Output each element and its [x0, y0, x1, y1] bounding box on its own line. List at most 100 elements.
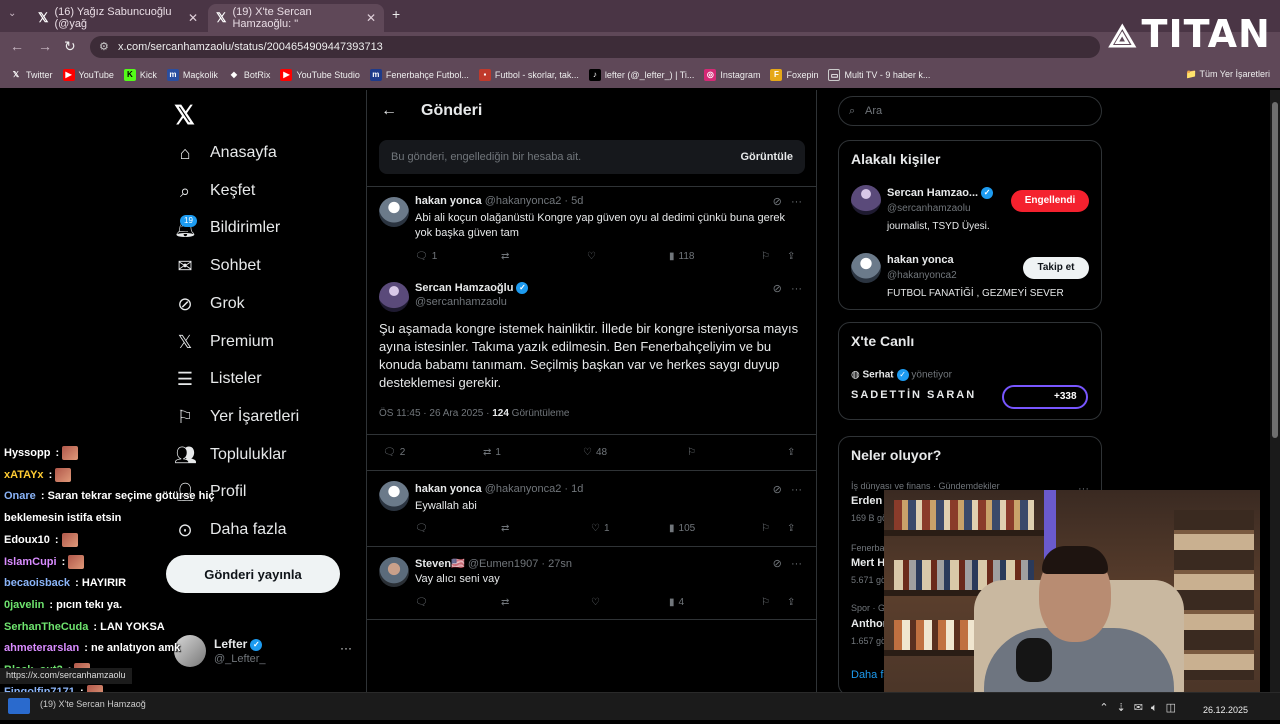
like-icon[interactable]: ♡: [591, 597, 600, 608]
chat-username[interactable]: SerhanTheCuda: [4, 621, 88, 633]
bookmark-icon[interactable]: ⚐: [761, 523, 770, 534]
post-button[interactable]: Gönderi yayınla: [166, 555, 340, 593]
chat-username[interactable]: Onare: [4, 490, 36, 502]
bookmark-item[interactable]: ♪ lefter (@_lefter_) | Ti...: [588, 69, 694, 81]
bookmark-item[interactable]: m Fenerbahçe Futbol...: [369, 69, 469, 81]
tab-sercan[interactable]: 𝕏 (19) X'te Sercan Hamzaoğlu: " ✕: [208, 4, 384, 32]
avatar[interactable]: [379, 197, 409, 227]
views-button[interactable]: ▮ 118: [669, 251, 694, 262]
bookmark-item[interactable]: ▭ Multi TV - 9 haber k...: [828, 69, 930, 81]
blocked-button[interactable]: Engellendi: [1011, 190, 1089, 212]
scrollbar-thumb[interactable]: [1272, 102, 1278, 438]
chat-username[interactable]: xATAYx: [4, 469, 44, 481]
reload-icon[interactable]: ↻: [64, 38, 76, 55]
author-name[interactable]: hakan yonca: [415, 195, 482, 207]
reply-button[interactable]: 🗨︎ 2: [383, 447, 405, 458]
author-name[interactable]: hakan yonca: [415, 483, 482, 495]
bookmark-icon[interactable]: ⚐: [761, 251, 770, 262]
app-icon[interactable]: [8, 698, 30, 714]
share-icon[interactable]: ⇪: [787, 447, 795, 458]
bookmark-icon[interactable]: ⚐: [687, 447, 696, 458]
bookmark-item[interactable]: 𝕏 Twitter: [10, 69, 53, 81]
reply-post[interactable]: hakan yonca @hakanyonca2 · 1d ⊘ ··· Eywa…: [367, 470, 816, 546]
parent-post[interactable]: hakan yonca @hakanyonca2 · 5d ⊘ ··· Abi …: [367, 186, 816, 266]
avatar[interactable]: [851, 253, 881, 283]
bookmark-item[interactable]: ◆ BotRix: [228, 69, 271, 81]
bookmark-icon[interactable]: ⚐: [761, 597, 770, 608]
repost-icon[interactable]: ⇄: [501, 523, 509, 534]
reply-button[interactable]: 🗨︎ 1: [415, 251, 437, 262]
more-icon[interactable]: ···: [791, 558, 802, 570]
new-tab-button[interactable]: +: [392, 6, 400, 22]
back-arrow-icon[interactable]: ←: [381, 102, 397, 120]
author-name[interactable]: Steven🇺🇸: [415, 558, 465, 570]
more-icon[interactable]: ···: [340, 641, 352, 655]
nav-chat[interactable]: ✉ Sohbet: [174, 251, 260, 281]
nav-lists[interactable]: ☰ Listeler: [174, 364, 262, 394]
chat-username[interactable]: Edoux10: [4, 534, 50, 546]
more-icon[interactable]: ···: [791, 283, 802, 295]
nav-grok[interactable]: ⊘ Grok: [174, 289, 244, 319]
repost-icon[interactable]: ⇄: [501, 251, 509, 262]
forward-icon[interactable]: →: [38, 38, 52, 54]
bookmark-item[interactable]: K Kick: [123, 69, 157, 81]
avatar[interactable]: [379, 557, 409, 587]
url-field[interactable]: ⚙ x.com/sercanhamzaolu/status/2004654909…: [90, 36, 1100, 58]
person-name[interactable]: hakan yonca: [887, 254, 954, 266]
all-bookmarks[interactable]: 📁 Tüm Yer İşaretleri: [1186, 69, 1270, 80]
close-icon[interactable]: ✕: [188, 11, 198, 25]
like-button[interactable]: ♡ 48: [583, 447, 607, 458]
nav-home[interactable]: ⌂ Anasayfa: [174, 138, 277, 168]
bookmark-item[interactable]: ◎ Instagram: [704, 69, 760, 81]
nav-communities[interactable]: 👥︎ Topluluklar: [174, 440, 286, 470]
follow-button[interactable]: Takip et: [1023, 257, 1089, 279]
bookmark-item[interactable]: ▪ Futbol - skorlar, tak...: [478, 69, 579, 81]
tab-list-icon[interactable]: ⌄: [8, 8, 16, 19]
bookmark-item[interactable]: m Maçkolik: [166, 69, 218, 81]
chat-username[interactable]: ahmeterarslan: [4, 642, 79, 654]
reply-icon[interactable]: 🗨︎: [415, 523, 428, 534]
taskbar-window[interactable]: (19) X'te Sercan Hamzaoğ: [40, 699, 146, 709]
grok-icon[interactable]: ⊘: [773, 283, 782, 295]
scrollbar[interactable]: [1270, 90, 1280, 720]
share-icon[interactable]: ⇪: [787, 251, 795, 262]
reply-post[interactable]: Steven🇺🇸 @Eumen1907 · 27sn ⊘ ··· Vay alı…: [367, 546, 816, 620]
nav-explore[interactable]: ⌕ Keşfet: [174, 176, 255, 206]
grok-icon[interactable]: ⊘: [773, 558, 782, 570]
views-button[interactable]: ▮ 4: [669, 597, 684, 608]
chat-username[interactable]: IslamCupi: [4, 556, 57, 568]
close-icon[interactable]: ✕: [366, 11, 376, 25]
site-settings-icon[interactable]: ⚙: [99, 36, 109, 58]
person-name[interactable]: Sercan Hamzao...: [887, 187, 978, 199]
views-button[interactable]: ▮ 105: [669, 523, 695, 534]
view-blocked-button[interactable]: Görüntüle: [740, 140, 793, 174]
account-switcher[interactable]: Lefter ✓ @_Lefter_ ···: [174, 635, 354, 675]
repost-icon[interactable]: ⇄: [501, 597, 509, 608]
grok-icon[interactable]: ⊘: [773, 484, 782, 496]
like-icon[interactable]: ♡: [587, 251, 596, 262]
tab-yagiz[interactable]: 𝕏 (16) Yağız Sabuncuoğlu (@yağ ✕: [30, 4, 206, 32]
avatar[interactable]: [379, 282, 409, 312]
x-logo-icon[interactable]: 𝕏: [174, 100, 195, 131]
bookmark-item[interactable]: F Foxepin: [770, 69, 818, 81]
share-icon[interactable]: ⇪: [787, 597, 795, 608]
share-icon[interactable]: ⇪: [787, 523, 795, 534]
avatar[interactable]: [379, 481, 409, 511]
nav-bookmarks[interactable]: ⚐ Yer İşaretleri: [174, 402, 299, 432]
back-icon[interactable]: ←: [10, 38, 24, 54]
repost-button[interactable]: ⇄ 1: [483, 447, 501, 458]
reply-icon[interactable]: 🗨︎: [415, 597, 428, 608]
grok-icon[interactable]: ⊘: [773, 196, 782, 208]
chat-username[interactable]: becaoisback: [4, 577, 70, 589]
chat-username[interactable]: Hyssopp: [4, 447, 50, 459]
nav-more[interactable]: ⊙ Daha fazla: [174, 515, 286, 545]
bookmark-item[interactable]: ▶ YouTube Studio: [280, 69, 360, 81]
more-icon[interactable]: ···: [791, 484, 802, 496]
nav-premium[interactable]: 𝕏 Premium: [174, 327, 274, 357]
author-name[interactable]: Sercan Hamzaoğlu: [415, 282, 513, 294]
more-icon[interactable]: ···: [791, 196, 802, 208]
like-button[interactable]: ♡ 1: [591, 523, 610, 534]
tray-icons[interactable]: ⌃⇣✉🔈︎◫: [1099, 701, 1184, 715]
chat-username[interactable]: 0javelin: [4, 599, 44, 611]
search-input[interactable]: ⌕ Ara: [838, 96, 1102, 126]
